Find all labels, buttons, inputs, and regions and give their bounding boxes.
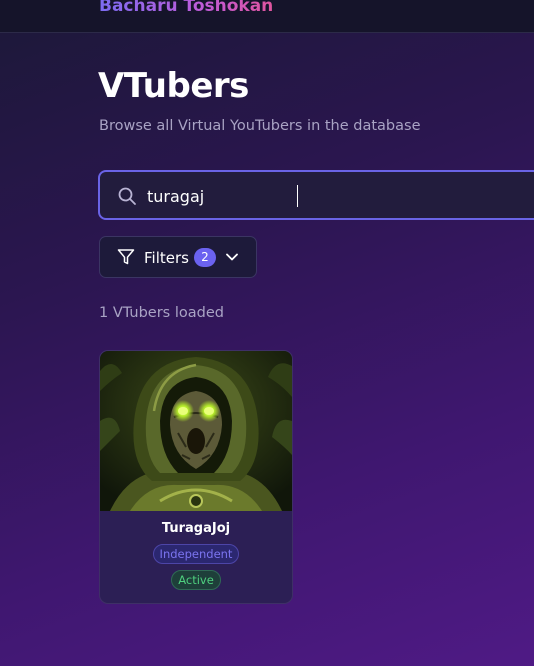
search-input[interactable] (147, 184, 527, 208)
top-bar: Bācharu Toshokan (0, 0, 534, 33)
status-badge: Active (171, 570, 221, 590)
type-badge: Independent (153, 544, 239, 564)
text-caret (297, 185, 298, 207)
filters-label: Filters (144, 249, 189, 267)
page-title: VTubers (98, 66, 249, 106)
filters-button[interactable]: Filters 2 (99, 236, 257, 278)
filter-icon (117, 249, 135, 265)
vtuber-name: TuragaJoj (161, 521, 231, 536)
search-icon (118, 187, 136, 205)
vtuber-card[interactable]: TuragaJoj Independent Active (99, 350, 293, 604)
results-count: 1 VTubers loaded (99, 305, 224, 321)
filters-count-badge: 2 (194, 248, 216, 267)
brand-logo-text[interactable]: Bācharu Toshokan (99, 0, 273, 16)
page-subtitle: Browse all Virtual YouTubers in the data… (99, 118, 421, 134)
chevron-down-icon (226, 253, 238, 261)
vtuber-avatar-image (100, 351, 292, 511)
search-box[interactable] (98, 170, 534, 220)
